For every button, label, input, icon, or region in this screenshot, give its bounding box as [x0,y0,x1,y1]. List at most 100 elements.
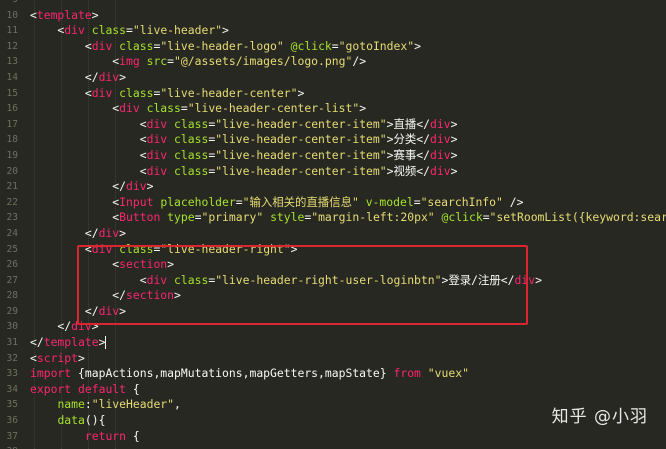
code-token: < [30,147,147,162]
code-token: default [78,381,127,396]
code-token: = [331,38,339,53]
code-token: > [98,335,106,350]
line-number: 16 [6,103,18,115]
code-token: "live-header" [132,23,223,38]
code-token: div [91,85,113,100]
line-number: 13 [6,56,18,68]
line-number: 17 [6,118,18,130]
code-token: , [174,397,181,412]
text-cursor [105,336,107,350]
code-line: </div> [30,226,666,242]
code-editor[interactable]: 910 11 12 13 14 15 16 17 18 19 20 21 22 23 24 25 26 27 28 2… [0,0,666,449]
code-token: </ [416,163,431,178]
code-token: > [450,116,458,131]
code-line [30,444,666,449]
code-token: < [30,101,120,116]
code-token: "live-header-center-list" [187,101,360,116]
code-content[interactable]: <template> <div class="live-header"> <di… [30,0,666,449]
code-token: div [146,147,168,162]
code-line: </div> [30,70,666,86]
code-token: < [30,85,92,100]
line-number: 10 [6,9,18,21]
code-token: </ [30,69,99,84]
line-number: 12 [6,40,18,52]
code-line [30,0,666,8]
line-number: 18 [6,134,18,146]
code-token: div [119,101,140,116]
line-number: 14 [6,71,18,83]
code-token: < [30,7,37,22]
code-line: <div class="live-header-logo" @click="go… [30,39,666,55]
code-token: = [413,194,421,209]
code-token: > [450,132,458,147]
line-number: 38 [0,444,24,449]
code-token: "live-header-center-item" [215,163,387,178]
code-token: "live-header-center-item" [215,132,387,147]
code-token: class [91,23,127,38]
code-token: > [119,69,127,84]
code-token: "primary" [201,210,264,225]
code-token: 赛事 [393,147,417,162]
code-token: > [535,272,542,287]
code-token: style [270,210,305,225]
line-number: 22 [6,196,18,208]
line-number: 33 [6,368,18,380]
code-token: </ [30,319,72,334]
code-token: "liveHeader" [91,397,175,412]
code-line: <div class="live-header-center-list"> [30,101,666,117]
line-number: 36 [6,415,18,427]
code-token: > [146,179,154,194]
code-token: data [57,413,85,428]
code-token: : [84,397,92,412]
line-number: 34 [6,383,18,395]
code-token: > [359,101,367,116]
code-token: = [126,23,133,38]
code-token: from [393,366,421,381]
code-token: > [386,147,394,162]
line-number: 19 [6,149,18,161]
code-token: src [146,54,168,69]
code-token: Input [119,194,154,209]
code-token: div [64,23,85,38]
line-number: 37 [6,430,18,442]
code-token: template [43,335,99,350]
code-token: > [414,38,421,53]
code-token: "gotoIndex" [338,38,415,53]
code-token: </ [416,147,431,162]
code-token: { [126,428,140,443]
code-token: placeholder [160,194,236,209]
code-token: type [167,210,195,225]
code-token: class [119,85,154,100]
code-token: 直播 [393,116,417,131]
code-token: img [119,54,140,69]
line-number: 9 [0,0,24,8]
line-number: 20 [6,165,18,177]
code-token: > [222,23,229,38]
code-line: <div class="live-header-center-item">分类<… [30,132,666,148]
code-token: name [57,397,85,412]
code-token: > [91,7,99,22]
code-token: </ [416,132,431,147]
code-token: "live-header-center-item" [215,116,387,131]
watermark: 知乎 @小羽 [551,407,648,427]
code-token: {mapActions,mapMutations,mapGetters,mapS… [71,366,394,381]
code-token: /> [352,54,367,69]
code-token: < [30,132,147,147]
code-line: <Input placeholder="输入相关的直播信息" v-model="… [30,195,666,211]
code-token: /> [502,194,524,209]
code-line: </div> [30,179,666,195]
code-token: </ [30,335,44,350]
code-token: > [450,163,458,178]
code-token: div [91,38,113,53]
code-token: class [174,147,209,162]
code-token: < [30,163,147,178]
line-number: 32 [6,352,18,364]
